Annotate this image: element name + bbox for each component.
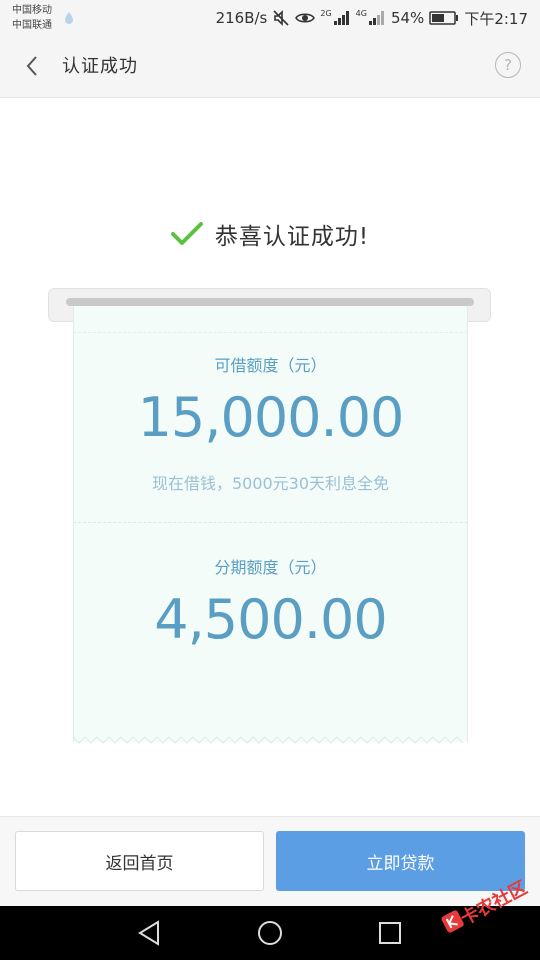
mute-icon <box>273 10 289 26</box>
nav-recents-button[interactable] <box>375 918 405 948</box>
eye-icon <box>295 13 316 23</box>
borrow-limit-amount: 15,000.00 <box>137 386 405 449</box>
network-2g-label: 2G <box>320 8 332 18</box>
success-banner: 恭喜认证成功! <box>0 210 540 258</box>
carrier-info: 中国移动 中国联通 <box>12 3 52 33</box>
battery-icon <box>429 11 459 25</box>
success-message: 恭喜认证成功! <box>214 224 370 250</box>
network-4g-label: 4G <box>355 8 367 18</box>
receipt-zigzag-edge <box>73 736 464 744</box>
checkmark-icon <box>170 222 203 245</box>
receipt-top-perforation <box>73 332 468 333</box>
screen: 中国移动 中国联通 216B/s 2G 4G 54% 下午2:17 认证成功 ?… <box>0 0 540 960</box>
nav-back-button[interactable] <box>134 918 164 948</box>
back-home-button[interactable]: 返回首页 <box>15 831 264 891</box>
page-title: 认证成功 <box>62 56 138 77</box>
app-header: 认证成功 ? <box>0 36 540 98</box>
borrow-promo-note: 现在借钱，5000元30天利息全免 <box>151 474 390 493</box>
nav-home-button[interactable] <box>255 918 285 948</box>
battery-percent: 54% <box>390 9 425 27</box>
carrier-name-1: 中国移动 <box>12 5 52 16</box>
signal-1-icon <box>333 11 349 25</box>
status-bar: 中国移动 中国联通 216B/s 2G 4G 54% 下午2:17 <box>0 0 540 36</box>
circle-home-icon <box>258 921 282 945</box>
square-recents-icon <box>379 922 401 944</box>
receipt-divider <box>73 522 468 523</box>
clock-time: 下午2:17 <box>464 9 528 28</box>
network-speed: 216B/s <box>215 9 268 27</box>
triangle-back-icon <box>138 920 159 946</box>
watermark-text: 卡农社区 <box>457 877 531 930</box>
borrow-limit-label: 可借额度（元） <box>214 356 327 375</box>
installment-limit-label: 分期额度（元） <box>214 558 327 577</box>
data-drop-icon <box>65 12 73 24</box>
receipt-slot-opening <box>66 298 474 306</box>
help-button[interactable]: ? <box>495 52 521 78</box>
carrier-name-2: 中国联通 <box>12 20 52 31</box>
installment-limit-amount: 4,500.00 <box>154 588 387 651</box>
help-icon: ? <box>504 56 512 74</box>
back-button[interactable] <box>14 48 50 84</box>
signal-2-icon <box>368 11 384 25</box>
chevron-left-icon <box>26 56 37 76</box>
status-indicators: 216B/s 2G 4G 54% 下午2:17 <box>216 0 528 36</box>
